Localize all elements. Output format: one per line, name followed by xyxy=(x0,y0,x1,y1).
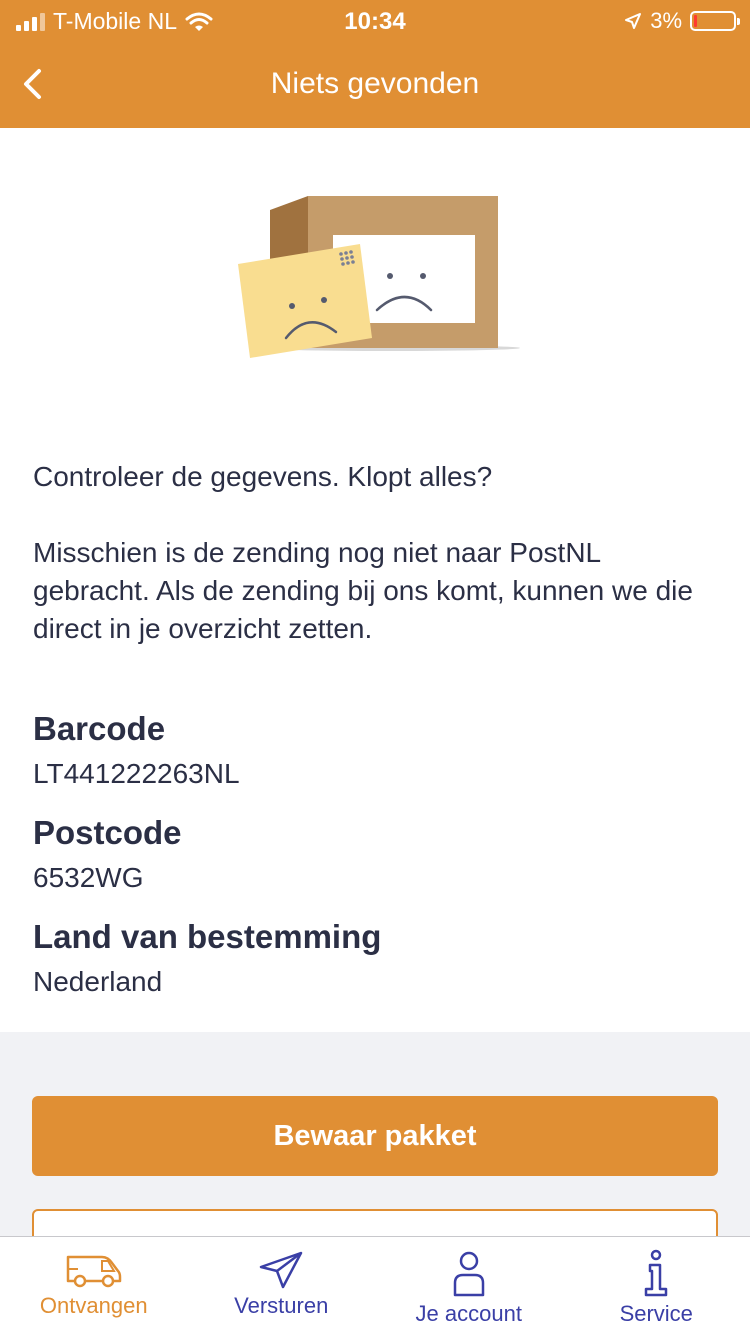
battery-icon xyxy=(690,11,740,31)
tab-label-ontvangen: Ontvangen xyxy=(39,1293,148,1318)
tab-bar: Ontvangen Versturen Je account Service xyxy=(0,1236,750,1334)
explanation-message: Misschien is de zending nog niet naar Po… xyxy=(33,537,693,644)
tab-label-je-account: Je account xyxy=(415,1301,522,1326)
tab-service[interactable]: Service xyxy=(563,1237,750,1334)
country-label: Land van bestemming xyxy=(33,918,382,955)
user-icon xyxy=(453,1251,484,1297)
info-icon xyxy=(645,1249,668,1297)
location-arrow-icon xyxy=(625,13,642,29)
sad-parcel-illustration xyxy=(230,188,530,368)
tab-label-service: Service xyxy=(619,1301,693,1326)
save-parcel-button[interactable]: Bewaar pakket xyxy=(32,1096,718,1176)
country-value: Nederland xyxy=(33,966,163,997)
status-bar: T-Mobile NL 10:34 3% xyxy=(0,0,750,40)
check-message: Controleer de gegevens. Klopt alles? xyxy=(33,461,493,492)
barcode-value: LT441222263NL xyxy=(33,758,240,789)
page-title: Niets gevonden xyxy=(270,67,480,100)
barcode-label: Barcode xyxy=(33,710,166,747)
navigation-bar: Niets gevonden xyxy=(0,40,750,128)
tab-label-versturen: Versturen xyxy=(234,1293,329,1318)
status-right: 3% xyxy=(624,8,740,34)
send-icon xyxy=(260,1251,303,1289)
tab-ontvangen[interactable]: Ontvangen xyxy=(0,1237,188,1334)
van-icon xyxy=(66,1255,121,1288)
tab-versturen[interactable]: Versturen xyxy=(188,1237,376,1334)
postcode-value: 6532WG xyxy=(33,862,144,893)
postcode-label: Postcode xyxy=(33,814,182,851)
battery-percentage: 3% xyxy=(650,8,682,33)
tab-je-account[interactable]: Je account xyxy=(375,1237,563,1334)
